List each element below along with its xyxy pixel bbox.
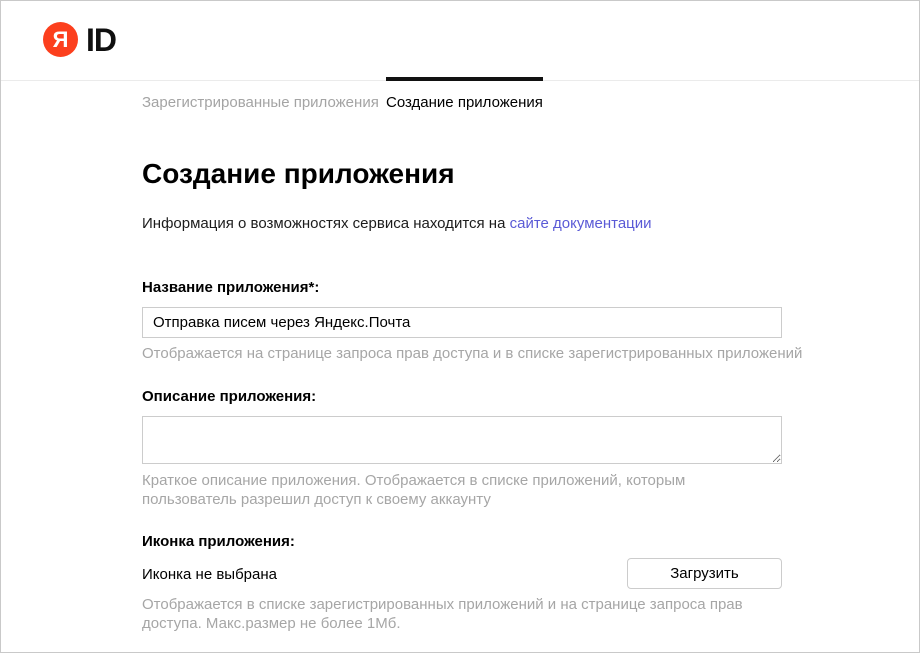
intro-text-static: Информация о возможностях сервиса находи… bbox=[142, 215, 510, 232]
page-title: Создание приложения bbox=[142, 158, 455, 190]
documentation-link[interactable]: сайте документации bbox=[510, 215, 652, 232]
app-description-label: Описание приложения: bbox=[142, 388, 316, 406]
app-description-textarea[interactable] bbox=[142, 416, 782, 464]
app-name-help: Отображается на странице запроса прав до… bbox=[142, 344, 802, 363]
application-create-page: Я ID Зарегистрированные приложения Созда… bbox=[0, 0, 920, 653]
intro-text: Информация о возможностях сервиса находи… bbox=[142, 214, 652, 234]
app-name-input[interactable] bbox=[142, 307, 782, 338]
active-tab-indicator bbox=[386, 77, 543, 81]
app-icon-label: Иконка приложения: bbox=[142, 533, 295, 551]
tab-create-application[interactable]: Создание приложения bbox=[386, 94, 543, 112]
app-description-help: Краткое описание приложения. Отображаетс… bbox=[142, 471, 782, 509]
app-name-label: Название приложения*: bbox=[142, 279, 319, 297]
yandex-logo-icon: Я bbox=[43, 22, 78, 57]
tab-create-application-label: Создание приложения bbox=[386, 94, 543, 111]
app-icon-help: Отображается в списке зарегистрированных… bbox=[142, 595, 797, 633]
yandex-logo-letter: Я bbox=[53, 29, 69, 51]
yandex-id-wordmark: ID bbox=[86, 24, 116, 56]
tab-registered-applications[interactable]: Зарегистрированные приложения bbox=[142, 94, 379, 112]
yandex-id-logo[interactable]: Я ID bbox=[43, 22, 116, 57]
upload-icon-button[interactable]: Загрузить bbox=[627, 558, 782, 589]
app-icon-status: Иконка не выбрана bbox=[142, 566, 277, 584]
